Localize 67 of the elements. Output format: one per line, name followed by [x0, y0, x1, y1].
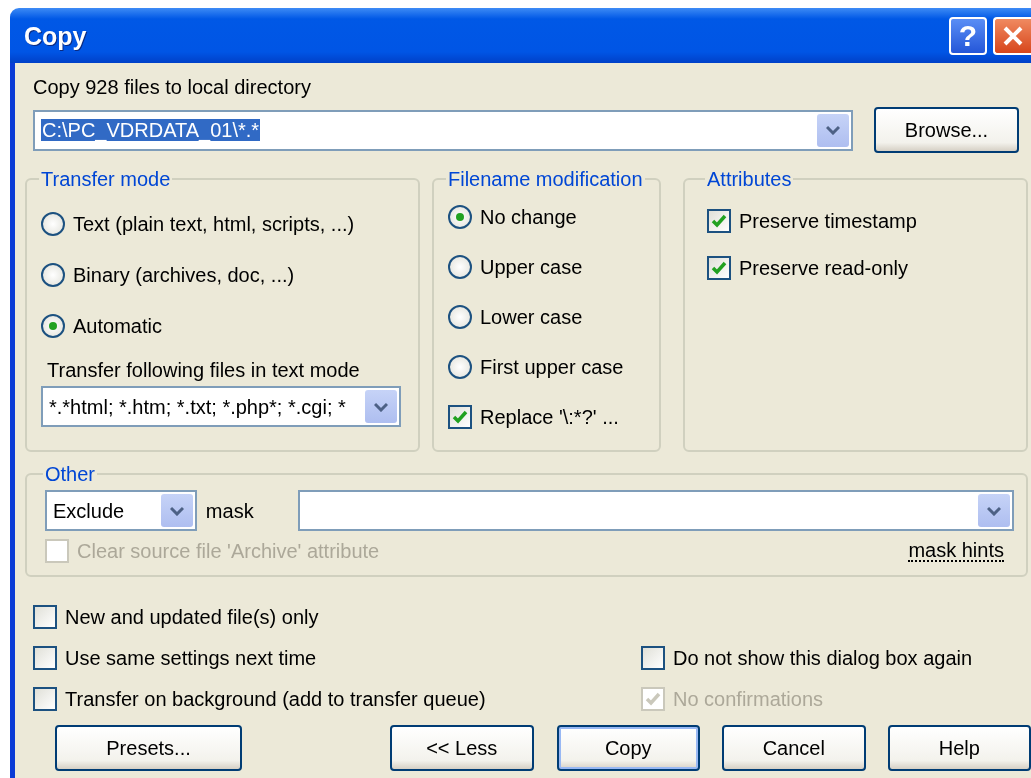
checkbox[interactable]: [707, 209, 731, 233]
filter-value: Exclude: [52, 498, 126, 523]
group-title: Attributes: [706, 169, 793, 189]
filter-combo[interactable]: Exclude: [45, 490, 197, 531]
check-icon: [711, 214, 727, 228]
dropdown-button[interactable]: [817, 113, 849, 147]
dialog-button[interactable]: Presets...: [55, 725, 243, 771]
dialog-button[interactable]: Copy: [556, 725, 701, 771]
radio-label[interactable]: Upper case: [480, 255, 583, 279]
radio-label[interactable]: No change: [480, 205, 577, 229]
chevron-down-icon: [987, 505, 1001, 516]
file-types-combo[interactable]: *.*html; *.htm; *.txt; *.php*; *.cgi; *: [41, 386, 401, 427]
radio-button[interactable]: [448, 205, 472, 229]
path-value: C:\PC_VDRDATA_01\*.*: [41, 119, 261, 141]
checkbox-label[interactable]: Use same settings next time: [65, 646, 317, 670]
checkbox-label[interactable]: Preserve read-only: [739, 256, 908, 280]
dialog-button[interactable]: << Less: [390, 725, 534, 771]
dropdown-button[interactable]: [978, 494, 1010, 527]
checkbox[interactable]: [707, 256, 731, 280]
group-title: Transfer mode: [40, 169, 172, 189]
window-title: Copy: [24, 20, 88, 51]
radio-button[interactable]: [448, 355, 472, 379]
checkbox-label[interactable]: Replace '\:*?' ...: [480, 405, 619, 429]
dropdown-button[interactable]: [160, 494, 193, 527]
help-button[interactable]: ?: [949, 16, 987, 55]
mask-label: mask: [205, 498, 255, 523]
radio-button[interactable]: [41, 212, 65, 236]
group-title: Other: [44, 464, 97, 484]
chevron-down-icon: [826, 125, 840, 135]
mask-hints-link[interactable]: mask hints: [908, 540, 1004, 562]
group-title: Filename modification: [447, 169, 644, 189]
check-icon: [645, 692, 661, 706]
checkbox-label: Clear source file 'Archive' attribute: [77, 539, 380, 563]
radio-label[interactable]: Automatic: [73, 314, 162, 338]
browse-button[interactable]: Browse...: [874, 107, 1019, 153]
chevron-down-icon: [169, 505, 184, 516]
radio-label[interactable]: Text (plain text, html, scripts, ...): [73, 212, 355, 236]
path-combo[interactable]: C:\PC_VDRDATA_01\*.*: [33, 109, 853, 151]
checkbox-label[interactable]: Do not show this dialog box again: [673, 646, 973, 670]
mask-combo[interactable]: [297, 490, 1014, 531]
checkbox-label[interactable]: New and updated file(s) only: [65, 605, 319, 629]
radio-button[interactable]: [448, 305, 472, 329]
radio-button[interactable]: [41, 314, 65, 338]
checkbox-label[interactable]: Preserve timestamp: [739, 209, 917, 233]
checkbox[interactable]: [33, 646, 57, 670]
close-icon: [1002, 24, 1024, 47]
dialog-button[interactable]: Cancel: [722, 725, 866, 771]
chevron-down-icon: [374, 401, 388, 412]
check-icon: [452, 410, 468, 424]
dropdown-button[interactable]: [365, 390, 397, 423]
checkbox[interactable]: [33, 687, 57, 711]
checkbox[interactable]: [33, 605, 57, 629]
radio-label[interactable]: Binary (archives, doc, ...): [73, 263, 295, 287]
radio-label[interactable]: Lower case: [480, 305, 583, 329]
directory-label: Copy 928 files to local directory: [33, 75, 312, 99]
radio-button[interactable]: [448, 255, 472, 279]
checkbox-label: No confirmations: [673, 687, 824, 711]
radio-label[interactable]: First upper case: [480, 355, 624, 379]
check-icon: [711, 261, 727, 275]
radio-button[interactable]: [41, 263, 65, 287]
checkbox[interactable]: [641, 646, 665, 670]
text-mode-label: Transfer following files in text mode: [47, 358, 361, 382]
checkbox-label[interactable]: Transfer on background (add to transfer queue): [65, 687, 486, 711]
dialog-button[interactable]: Help: [887, 725, 1031, 771]
close-button[interactable]: [993, 16, 1031, 55]
file-types-value: *.*html; *.htm; *.txt; *.php*; *.cgi; *: [48, 394, 347, 419]
checkbox[interactable]: [448, 405, 472, 429]
